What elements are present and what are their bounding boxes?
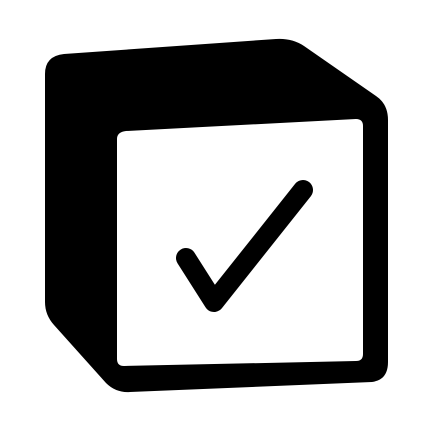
- icon-canvas: [0, 0, 434, 434]
- cube-front-face: [117, 119, 363, 366]
- checkbox-cube-icon: [45, 38, 388, 393]
